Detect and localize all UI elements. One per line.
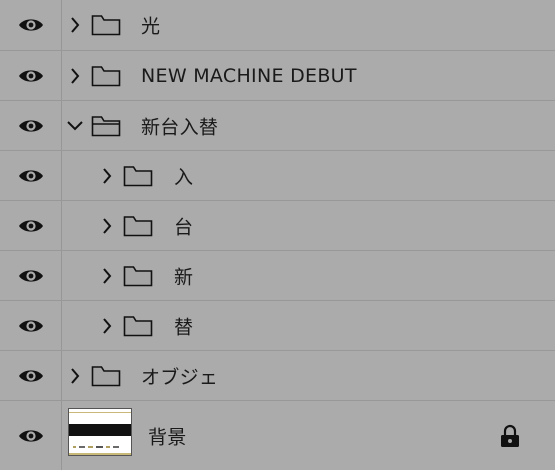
chevron-right-icon[interactable] (100, 316, 114, 336)
visibility-toggle[interactable] (0, 401, 62, 470)
lock-icon[interactable] (499, 424, 521, 448)
layer-row[interactable]: オブジェ (0, 351, 555, 401)
thumbnail-image (69, 409, 131, 455)
visibility-toggle[interactable] (0, 151, 62, 200)
visibility-toggle[interactable] (0, 0, 62, 50)
chevron-right-icon[interactable] (68, 15, 82, 35)
folder-icon (123, 165, 153, 186)
chevron-right-icon[interactable] (68, 66, 82, 86)
visibility-toggle[interactable] (0, 251, 62, 300)
layer-row[interactable]: 新 (0, 251, 555, 301)
eye-icon[interactable] (18, 68, 44, 84)
chevron-down-icon[interactable] (65, 116, 85, 136)
chevron-right-icon[interactable] (100, 166, 114, 186)
visibility-toggle[interactable] (0, 301, 62, 350)
eye-icon[interactable] (18, 318, 44, 334)
layer-name[interactable]: オブジェ (141, 362, 218, 389)
eye-icon[interactable] (18, 168, 44, 184)
layer-name[interactable]: 入 (174, 162, 193, 189)
folder-icon (91, 65, 121, 86)
layer-row[interactable]: 入 (0, 151, 555, 201)
eye-icon[interactable] (18, 428, 44, 444)
folder-icon (123, 315, 153, 336)
layer-name[interactable]: 新 (174, 262, 193, 289)
eye-icon[interactable] (18, 268, 44, 284)
folder-icon (91, 15, 121, 36)
eye-icon[interactable] (18, 118, 44, 134)
folder-icon (91, 365, 121, 386)
eye-icon[interactable] (18, 218, 44, 234)
visibility-toggle[interactable] (0, 101, 62, 150)
layer-name[interactable]: 背景 (148, 422, 187, 449)
layer-row[interactable]: 台 (0, 201, 555, 251)
layer-row[interactable]: NEW MACHINE DEBUT (0, 51, 555, 101)
layer-row[interactable]: 背景 (0, 401, 555, 470)
visibility-toggle[interactable] (0, 51, 62, 100)
chevron-right-icon[interactable] (100, 266, 114, 286)
layer-row[interactable]: 光 (0, 0, 555, 51)
layer-name[interactable]: 新台入替 (141, 112, 218, 139)
layer-thumbnail[interactable] (68, 408, 132, 456)
layer-name[interactable]: 替 (174, 312, 193, 339)
layer-name[interactable]: 光 (141, 12, 160, 39)
eye-icon[interactable] (18, 368, 44, 384)
layers-panel: 光 NEW MACHINE DEBUT 新台入替 入 台 新 替 オブジェ 背景 (0, 0, 555, 470)
layer-row[interactable]: 替 (0, 301, 555, 351)
layer-row[interactable]: 新台入替 (0, 101, 555, 151)
visibility-toggle[interactable] (0, 351, 62, 400)
folder-open-icon (91, 115, 121, 136)
folder-icon (123, 215, 153, 236)
visibility-toggle[interactable] (0, 201, 62, 250)
chevron-right-icon[interactable] (100, 216, 114, 236)
layer-name[interactable]: 台 (174, 212, 193, 239)
chevron-right-icon[interactable] (68, 366, 82, 386)
layer-name[interactable]: NEW MACHINE DEBUT (141, 65, 357, 87)
folder-icon (123, 265, 153, 286)
eye-icon[interactable] (18, 17, 44, 33)
